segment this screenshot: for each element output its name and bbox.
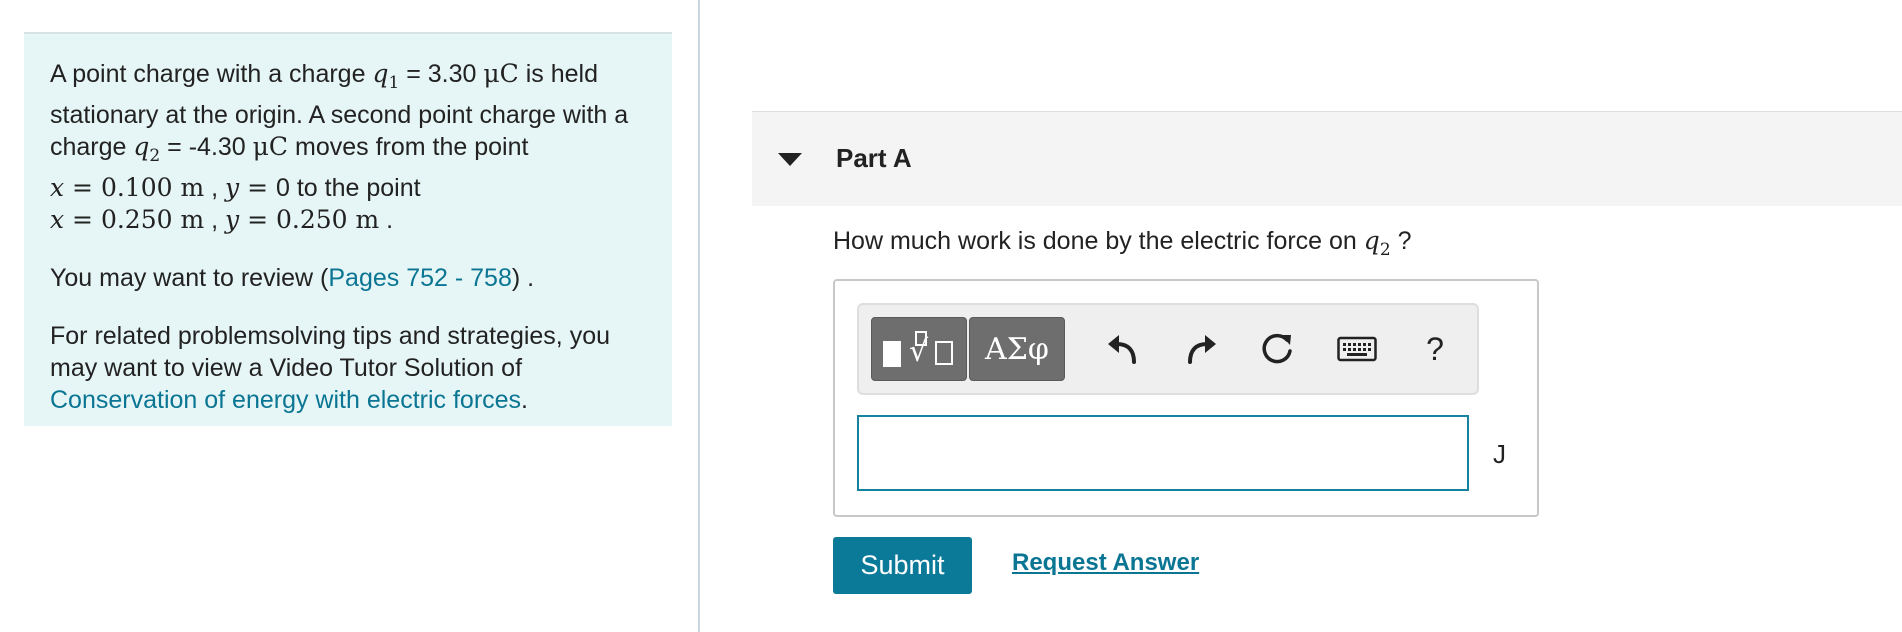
equals-sign: =	[64, 205, 101, 234]
end-x-value: 0.250 m	[100, 205, 205, 234]
answer-area: √ ΑΣφ ? J	[833, 279, 1539, 517]
question-suffix: ?	[1390, 227, 1412, 255]
review-suffix: ) .	[511, 264, 535, 292]
pages-link[interactable]: Pages 752 - 758	[328, 264, 511, 292]
q2-value: = -4.30	[160, 133, 253, 161]
problem-text-part: A point charge with a charge	[50, 60, 373, 88]
reset-icon[interactable]	[1253, 325, 1301, 373]
video-tutor-text: For related problemsolving tips and stra…	[50, 320, 646, 416]
end-y-value: 0.250 m	[276, 205, 380, 234]
y-variable: y	[225, 173, 240, 202]
q1-value: = 3.30	[399, 60, 484, 88]
math-toolbar: √ ΑΣφ ?	[857, 303, 1479, 395]
caret-down-icon[interactable]	[778, 153, 802, 166]
keyboard-icon[interactable]	[1333, 325, 1381, 373]
q2-unit: μC	[252, 132, 289, 161]
part-a-header[interactable]: Part A	[752, 111, 1902, 206]
equals-sign: =	[64, 173, 101, 202]
x-variable: x	[50, 173, 65, 202]
video-tutor-prefix: For related problemsolving tips and stra…	[50, 322, 611, 382]
review-prefix: You may want to review (	[50, 264, 329, 292]
undo-icon[interactable]	[1099, 325, 1147, 373]
period: .	[379, 206, 394, 234]
submit-button[interactable]: Submit	[833, 537, 972, 594]
problem-text: A point charge with a charge q1 = 3.30 μ…	[50, 58, 646, 236]
review-text: You may want to review (Pages 752 - 758)…	[50, 262, 646, 294]
question-text: How much work is done by the electric fo…	[833, 226, 1412, 260]
q2-symbol: q2	[133, 132, 160, 166]
q1-unit: μC	[483, 59, 519, 88]
problem-text-part: moves from the point	[288, 133, 529, 161]
equals-sign: =	[239, 173, 276, 202]
video-tutor-suffix: .	[521, 386, 528, 414]
y-variable: y	[225, 205, 240, 234]
request-answer-link[interactable]: Request Answer	[1012, 549, 1199, 577]
problem-pane: A point charge with a charge q1 = 3.30 μ…	[0, 0, 698, 632]
q1-letter: q	[372, 59, 389, 88]
q1-symbol: q1	[372, 59, 399, 93]
q2-symbol: q2	[1363, 226, 1391, 260]
help-button[interactable]: ?	[1411, 325, 1459, 373]
separator: ,	[204, 174, 226, 202]
q1-subscript: 1	[388, 73, 400, 93]
template-icon: √	[879, 329, 959, 369]
separator: ,	[204, 206, 226, 234]
redo-icon[interactable]	[1177, 325, 1225, 373]
q2-subscript: 2	[149, 146, 161, 166]
q2-letter: q	[133, 132, 150, 161]
answer-unit: J	[1493, 439, 1506, 469]
question-prefix: How much work is done by the electric fo…	[833, 227, 1364, 255]
templates-button[interactable]: √	[871, 317, 967, 381]
start-y-value: 0 to the point	[276, 174, 421, 202]
answer-input[interactable]	[857, 415, 1469, 491]
symbols-button[interactable]: ΑΣφ	[969, 317, 1065, 381]
q2-subscript: 2	[1379, 240, 1391, 260]
x-variable: x	[50, 205, 65, 234]
q2-letter: q	[1363, 226, 1380, 255]
part-title: Part A	[836, 143, 912, 173]
equals-sign: =	[239, 205, 276, 234]
problem-statement: A point charge with a charge q1 = 3.30 μ…	[24, 32, 672, 426]
pane-divider[interactable]	[698, 0, 700, 632]
start-x-value: 0.100 m	[100, 173, 205, 202]
video-tutor-link[interactable]: Conservation of energy with electric for…	[50, 386, 521, 414]
